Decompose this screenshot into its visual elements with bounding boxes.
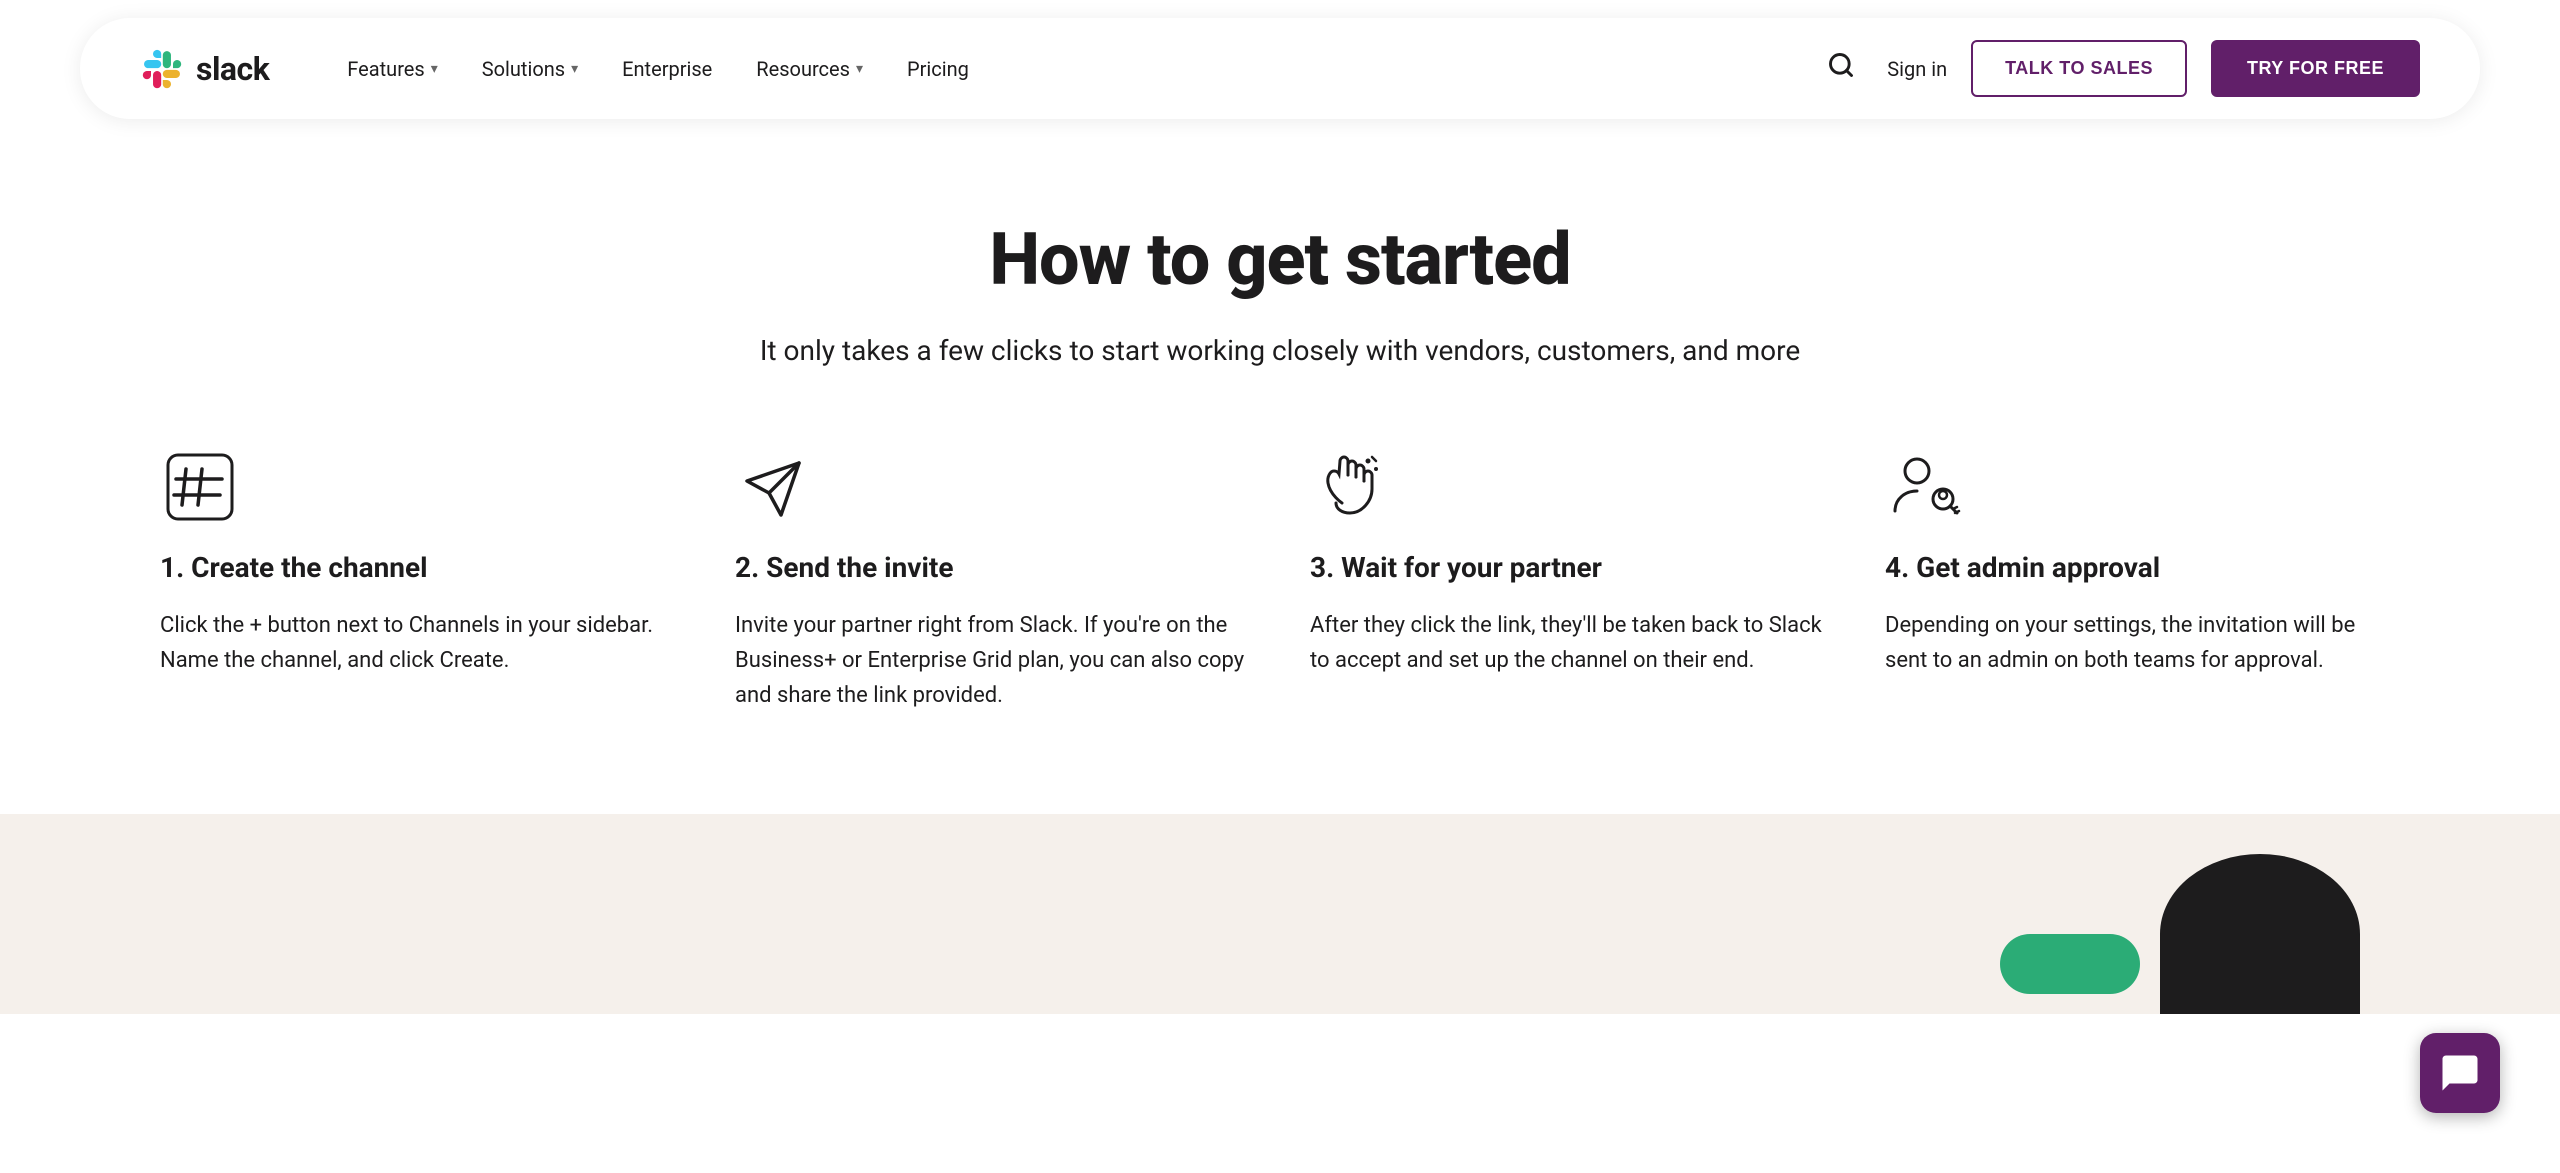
step-1-title: 1. Create the channel [160, 551, 675, 584]
search-icon[interactable] [1819, 43, 1863, 94]
step-1-description: Click the + button next to Channels in y… [160, 608, 675, 678]
talk-to-sales-button[interactable]: TALK TO SALES [1971, 40, 2187, 97]
navigation: slack Features ▾ Solutions ▾ Enterprise … [0, 0, 2560, 137]
signin-link[interactable]: Sign in [1887, 57, 1947, 81]
step-3-title: 3. Wait for your partner [1310, 551, 1825, 584]
step-2-description: Invite your partner right from Slack. If… [735, 608, 1250, 714]
slack-logo[interactable]: slack [140, 47, 269, 91]
step-2-title: 2. Send the invite [735, 551, 1250, 584]
hash-icon [160, 447, 240, 527]
step-2: 2. Send the invite Invite your partner r… [735, 447, 1250, 714]
page-subtitle: It only takes a few clicks to start work… [160, 334, 2400, 367]
nav-pricing[interactable]: Pricing [889, 47, 987, 91]
nav-solutions[interactable]: Solutions ▾ [464, 47, 596, 91]
step-3-description: After they click the link, they'll be ta… [1310, 608, 1825, 678]
green-button-shape [2000, 934, 2140, 994]
decorative-shapes [2000, 854, 2360, 1014]
step-4-description: Depending on your settings, the invitati… [1885, 608, 2400, 678]
solutions-chevron-icon: ▾ [571, 61, 578, 77]
nav-enterprise[interactable]: Enterprise [604, 47, 730, 91]
wave-icon [1310, 447, 1390, 527]
step-4: 4. Get admin approval Depending on your … [1885, 447, 2400, 714]
nav-resources[interactable]: Resources ▾ [738, 47, 881, 91]
resources-chevron-icon: ▾ [856, 61, 863, 77]
chat-button[interactable] [2420, 1033, 2500, 1113]
main-content: How to get started It only takes a few c… [0, 137, 2560, 814]
nav-right: Sign in TALK TO SALES TRY FOR FREE [1819, 40, 2420, 97]
features-chevron-icon: ▾ [431, 61, 438, 77]
admin-icon [1885, 447, 1965, 527]
step-3: 3. Wait for your partner After they clic… [1310, 447, 1825, 714]
dark-blob-shape [2160, 854, 2360, 1014]
logo-text: slack [196, 50, 269, 88]
nav-features[interactable]: Features ▾ [329, 47, 455, 91]
send-icon [735, 447, 815, 527]
page-title: How to get started [160, 217, 2400, 302]
step-1: 1. Create the channel Click the + button… [160, 447, 675, 714]
try-for-free-button[interactable]: TRY FOR FREE [2211, 40, 2420, 97]
nav-links: Features ▾ Solutions ▾ Enterprise Resour… [329, 47, 1819, 91]
step-4-title: 4. Get admin approval [1885, 551, 2400, 584]
steps-grid: 1. Create the channel Click the + button… [160, 447, 2400, 714]
bottom-section [0, 814, 2560, 1014]
